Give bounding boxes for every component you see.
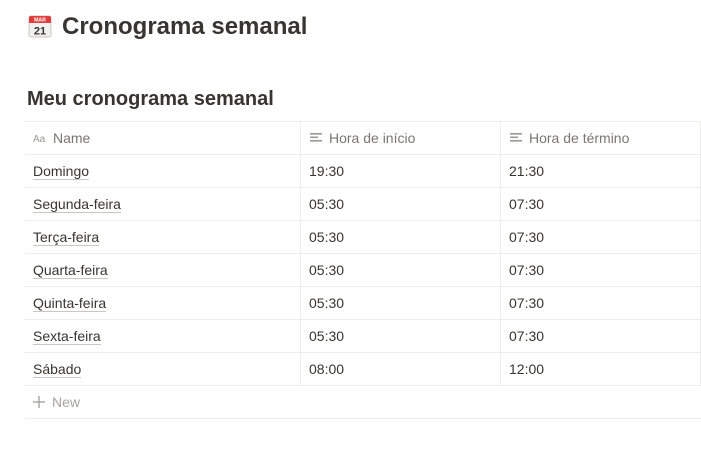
table-header-row: Aa Name Hora de início Hora de término	[25, 121, 701, 155]
cell-name[interactable]: Quarta-feira	[25, 254, 301, 286]
plus-icon	[33, 396, 45, 408]
table-row[interactable]: Terça-feira 05:30 07:30	[25, 221, 701, 254]
row-name-link[interactable]: Sábado	[33, 361, 82, 378]
table-row[interactable]: Sábado 08:00 12:00	[25, 353, 701, 386]
cell-start-time[interactable]: 05:30	[301, 287, 501, 319]
row-name-link[interactable]: Terça-feira	[33, 229, 100, 246]
start-time-value: 05:30	[309, 328, 345, 344]
cell-end-time[interactable]: 07:30	[501, 188, 701, 220]
start-time-value: 05:30	[309, 229, 345, 245]
end-time-value: 12:00	[509, 361, 545, 377]
column-header-name[interactable]: Aa Name	[25, 122, 301, 154]
cell-name[interactable]: Domingo	[25, 155, 301, 187]
row-name-link[interactable]: Sexta-feira	[33, 328, 101, 345]
end-time-value: 07:30	[509, 196, 545, 212]
page-header: MAR 21 Cronograma semanal	[28, 11, 307, 43]
start-time-value: 19:30	[309, 163, 345, 179]
table-row[interactable]: Quarta-feira 05:30 07:30	[25, 254, 701, 287]
cell-start-time[interactable]: 19:30	[301, 155, 501, 187]
cell-start-time[interactable]: 05:30	[301, 254, 501, 286]
start-time-value: 05:30	[309, 262, 345, 278]
database-table: Aa Name Hora de início Hora de término D…	[25, 121, 701, 419]
text-property-icon	[510, 133, 522, 142]
cell-name[interactable]: Terça-feira	[25, 221, 301, 253]
page-title: Cronograma semanal	[62, 13, 308, 40]
column-header-end[interactable]: Hora de término	[501, 122, 701, 154]
calendar-icon-day: 21	[34, 26, 46, 38]
row-name-link[interactable]: Quarta-feira	[33, 262, 108, 279]
table-row[interactable]: Domingo 19:30 21:30	[25, 155, 701, 188]
cell-start-time[interactable]: 05:30	[301, 320, 501, 352]
end-time-value: 07:30	[509, 229, 545, 245]
start-time-value: 05:30	[309, 196, 345, 212]
row-name-link[interactable]: Domingo	[33, 163, 90, 180]
cell-start-time[interactable]: 05:30	[301, 188, 501, 220]
cell-name[interactable]: Sexta-feira	[25, 320, 301, 352]
svg-text:Aa: Aa	[33, 134, 46, 145]
cell-end-time[interactable]: 12:00	[501, 353, 701, 385]
cell-start-time[interactable]: 05:30	[301, 221, 501, 253]
row-name-link[interactable]: Quinta-feira	[33, 295, 107, 312]
table-row[interactable]: Sexta-feira 05:30 07:30	[25, 320, 701, 353]
column-header-label: Hora de término	[529, 130, 630, 146]
column-header-label: Name	[53, 130, 91, 146]
column-header-start[interactable]: Hora de início	[301, 122, 501, 154]
table-row[interactable]: Segunda-feira 05:30 07:30	[25, 188, 701, 221]
new-row-label: New	[52, 394, 81, 410]
cell-start-time[interactable]: 08:00	[301, 353, 501, 385]
new-row-button[interactable]: New	[25, 386, 701, 419]
cell-name[interactable]: Sábado	[25, 353, 301, 385]
column-header-label: Hora de início	[329, 130, 416, 146]
database-title[interactable]: Meu cronograma semanal	[27, 87, 274, 111]
cell-name[interactable]: Quinta-feira	[25, 287, 301, 319]
end-time-value: 07:30	[509, 295, 545, 311]
calendar-icon-month: MAR	[34, 18, 46, 24]
end-time-value: 07:30	[509, 328, 545, 344]
title-property-icon: Aa	[33, 134, 46, 145]
cell-end-time[interactable]: 07:30	[501, 254, 701, 286]
start-time-value: 08:00	[309, 361, 345, 377]
table-row[interactable]: Quinta-feira 05:30 07:30	[25, 287, 701, 320]
cell-end-time[interactable]: 07:30	[501, 287, 701, 319]
end-time-value: 21:30	[509, 163, 545, 179]
calendar-icon: MAR 21	[28, 15, 52, 38]
start-time-value: 05:30	[309, 295, 345, 311]
cell-end-time[interactable]: 07:30	[501, 221, 701, 253]
cell-end-time[interactable]: 07:30	[501, 320, 701, 352]
end-time-value: 07:30	[509, 262, 545, 278]
row-name-link[interactable]: Segunda-feira	[33, 196, 121, 213]
cell-name[interactable]: Segunda-feira	[25, 188, 301, 220]
cell-end-time[interactable]: 21:30	[501, 155, 701, 187]
text-property-icon	[310, 133, 322, 142]
